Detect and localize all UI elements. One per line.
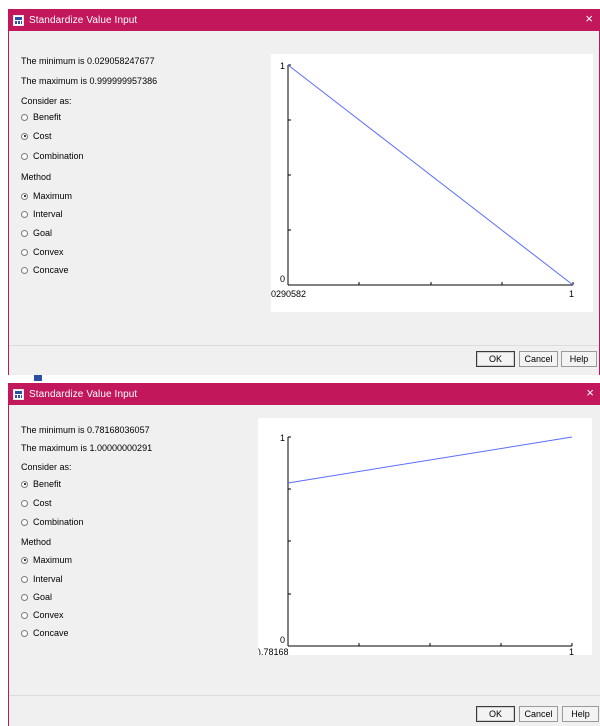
method-label: Method bbox=[21, 172, 52, 182]
close-icon[interactable]: × bbox=[586, 386, 594, 400]
y-tick-label-top: 1 bbox=[280, 433, 285, 443]
radio-benefit[interactable]: Benefit bbox=[21, 112, 61, 122]
x-tick-label-right: 1 bbox=[569, 647, 574, 655]
radio-button[interactable] bbox=[21, 248, 28, 256]
radio-label: Combination bbox=[33, 517, 84, 527]
radio-interval[interactable]: Interval bbox=[21, 209, 63, 219]
x-tick-label-right: 1 bbox=[569, 289, 574, 299]
ok-button[interactable]: OK bbox=[476, 706, 515, 722]
radio-label: Maximum bbox=[33, 555, 73, 565]
series-line bbox=[287, 436, 573, 484]
radio-label: Goal bbox=[33, 228, 53, 238]
radio-button[interactable] bbox=[21, 629, 28, 637]
radio-label: Interval bbox=[33, 209, 63, 219]
radio-button[interactable] bbox=[21, 152, 28, 160]
radio-maximum[interactable]: Maximum bbox=[21, 555, 72, 565]
app-icon bbox=[13, 388, 24, 400]
radio-label: Benefit bbox=[33, 112, 62, 122]
radio-label: Interval bbox=[33, 574, 63, 584]
x-tick-label-left: ).78168 bbox=[258, 647, 289, 655]
y-tick-label-top: 1 bbox=[280, 61, 285, 71]
chart-svg: 1 0 0290582 1 bbox=[271, 61, 574, 299]
radio-label: Cost bbox=[33, 131, 52, 141]
close-icon[interactable]: × bbox=[585, 12, 593, 26]
value-function-chart: 1 0 ).78168 1 bbox=[258, 418, 592, 655]
radio-combination[interactable]: Combination bbox=[21, 151, 84, 161]
radio-button[interactable] bbox=[21, 518, 28, 526]
background-taskbar-fragment bbox=[8, 375, 168, 383]
cancel-button[interactable]: Cancel bbox=[519, 706, 558, 722]
radio-button[interactable] bbox=[21, 480, 28, 488]
radio-label: Concave bbox=[33, 265, 69, 275]
radio-benefit[interactable]: Benefit bbox=[21, 479, 61, 489]
consider-as-label: Consider as: bbox=[21, 462, 72, 472]
radio-label: Goal bbox=[33, 592, 53, 602]
y-tick-label-bottom: 0 bbox=[280, 274, 285, 284]
radio-button[interactable] bbox=[21, 113, 28, 121]
radio-button[interactable] bbox=[21, 556, 28, 564]
value-function-chart: 1 0 0290582 1 bbox=[271, 54, 593, 312]
maximum-text: The maximum is 0.999999957386 bbox=[21, 76, 158, 86]
background-window-icon bbox=[34, 375, 42, 381]
minimum-text: The minimum is 0.029058247677 bbox=[21, 56, 155, 66]
radio-label: Maximum bbox=[33, 191, 73, 201]
dialog-title: Standardize Value Input bbox=[29, 14, 138, 26]
radio-button[interactable] bbox=[21, 593, 28, 601]
y-tick-label-bottom: 0 bbox=[280, 635, 285, 645]
radio-button[interactable] bbox=[21, 210, 28, 218]
series-line bbox=[287, 64, 574, 286]
radio-goal[interactable]: Goal bbox=[21, 228, 52, 238]
dialog-title: Standardize Value Input bbox=[29, 388, 138, 400]
consider-as-label: Consider as: bbox=[21, 96, 72, 106]
method-label: Method bbox=[21, 537, 52, 547]
help-button[interactable]: Help bbox=[561, 351, 597, 367]
minimum-text: The minimum is 0.78168036057 bbox=[21, 425, 150, 435]
title-bar[interactable]: Standardize Value Input × bbox=[9, 383, 600, 405]
title-bar[interactable]: Standardize Value Input × bbox=[9, 9, 599, 31]
radio-button[interactable] bbox=[21, 611, 28, 619]
radio-label: Cost bbox=[33, 498, 52, 508]
radio-combination[interactable]: Combination bbox=[21, 517, 84, 527]
radio-button[interactable] bbox=[21, 132, 28, 140]
radio-concave[interactable]: Concave bbox=[21, 265, 69, 275]
help-button[interactable]: Help bbox=[562, 706, 599, 722]
footer-divider bbox=[9, 345, 599, 346]
radio-button[interactable] bbox=[21, 266, 28, 274]
radio-button[interactable] bbox=[21, 229, 28, 237]
chart-svg: 1 0 ).78168 1 bbox=[258, 433, 574, 655]
standardize-dialog-2: Standardize Value Input × The minimum is… bbox=[8, 383, 600, 726]
radio-convex[interactable]: Convex bbox=[21, 247, 64, 257]
app-icon bbox=[13, 14, 24, 26]
radio-label: Concave bbox=[33, 628, 69, 638]
standardize-dialog-1: Standardize Value Input × The minimum is… bbox=[8, 9, 600, 375]
radio-label: Convex bbox=[33, 247, 64, 257]
radio-interval[interactable]: Interval bbox=[21, 574, 63, 584]
x-tick-label-left: 0290582 bbox=[271, 289, 306, 299]
radio-maximum[interactable]: Maximum bbox=[21, 191, 72, 201]
radio-label: Combination bbox=[33, 151, 84, 161]
radio-label: Convex bbox=[33, 610, 64, 620]
radio-concave[interactable]: Concave bbox=[21, 628, 69, 638]
radio-cost[interactable]: Cost bbox=[21, 131, 52, 141]
radio-goal[interactable]: Goal bbox=[21, 592, 52, 602]
footer-divider bbox=[9, 695, 600, 696]
cancel-button[interactable]: Cancel bbox=[519, 351, 558, 367]
radio-convex[interactable]: Convex bbox=[21, 610, 64, 620]
radio-button[interactable] bbox=[21, 499, 28, 507]
radio-label: Benefit bbox=[33, 479, 62, 489]
radio-button[interactable] bbox=[21, 192, 28, 200]
radio-button[interactable] bbox=[21, 575, 28, 583]
ok-button[interactable]: OK bbox=[476, 351, 515, 367]
radio-cost[interactable]: Cost bbox=[21, 498, 52, 508]
maximum-text: The maximum is 1.00000000291 bbox=[21, 443, 153, 453]
